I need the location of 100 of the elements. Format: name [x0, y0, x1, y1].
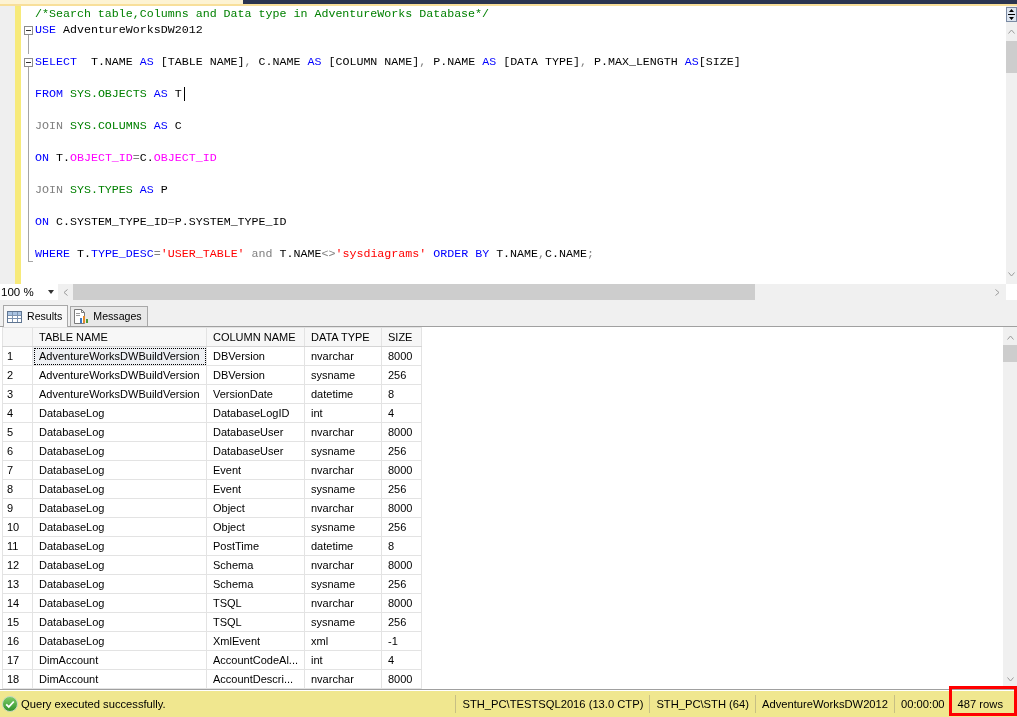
row-number: 16 — [2, 631, 33, 651]
table-cell: sysname — [304, 612, 382, 632]
table-cell: TSQL — [206, 612, 305, 632]
table-cell: DatabaseLog — [32, 555, 207, 575]
collapse-icon[interactable] — [24, 58, 33, 67]
row-number: 13 — [2, 574, 33, 594]
table-cell: sysname — [304, 574, 382, 594]
table-cell: sysname — [304, 479, 382, 499]
code-line: ON C.SYSTEM_TYPE_ID=P.SYSTEM_TYPE_ID — [35, 214, 287, 230]
table-cell: Schema — [206, 555, 305, 575]
table-cell: 8000 — [381, 669, 422, 689]
table-cell: 8 — [381, 384, 422, 404]
table-cell: DatabaseLog — [32, 498, 207, 518]
table-cell: PostTime — [206, 536, 305, 556]
table-cell: Object — [206, 517, 305, 537]
table-cell: DimAccount — [32, 650, 207, 670]
column-header: COLUMN NAME — [206, 327, 305, 347]
table-cell: DBVersion — [206, 346, 305, 366]
scroll-left-icon[interactable] — [63, 288, 68, 296]
row-number: 6 — [2, 441, 33, 461]
table-cell: nvarchar — [304, 593, 382, 613]
table-cell: 8000 — [381, 593, 422, 613]
row-number: 2 — [2, 365, 33, 385]
code-line: JOIN SYS.COLUMNS AS C — [35, 118, 182, 134]
table-cell: XmlEvent — [206, 631, 305, 651]
row-number: 1 — [2, 346, 33, 366]
collapse-icon[interactable] — [24, 26, 33, 35]
table-cell: Event — [206, 460, 305, 480]
table-cell: Object — [206, 498, 305, 518]
table-cell: TSQL — [206, 593, 305, 613]
table-cell: Schema — [206, 574, 305, 594]
table-cell: DatabaseLogID — [206, 403, 305, 423]
table-cell: sysname — [304, 517, 382, 537]
table-cell: DatabaseLog — [32, 441, 207, 461]
table-cell: DBVersion — [206, 365, 305, 385]
row-number: 7 — [2, 460, 33, 480]
table-cell: nvarchar — [304, 346, 382, 366]
table-cell: DatabaseLog — [32, 631, 207, 651]
row-number: 14 — [2, 593, 33, 613]
scroll-down-icon[interactable] — [1008, 272, 1015, 277]
scroll-up-icon[interactable] — [1008, 29, 1015, 34]
row-number: 17 — [2, 650, 33, 670]
table-cell: 256 — [381, 441, 422, 461]
code-line: ON T.OBJECT_ID=C.OBJECT_ID — [35, 150, 217, 166]
code-line: FROM SYS.OBJECTS AS T — [35, 86, 182, 102]
table-cell: datetime — [304, 384, 382, 404]
table-cell: AccountDescri... — [206, 669, 305, 689]
table-cell: 256 — [381, 612, 422, 632]
scroll-right-icon[interactable] — [995, 288, 1000, 296]
row-number: 10 — [2, 517, 33, 537]
scroll-down-icon[interactable] — [1006, 677, 1014, 682]
document-chart-icon — [74, 309, 89, 324]
code-line: /*Search table,Columns and Data type in AdventureWorks Database*/ — [35, 6, 490, 22]
elapsed-time: 00:00:00 — [901, 696, 945, 712]
table-cell: datetime — [304, 536, 382, 556]
scroll-up-icon[interactable] — [1006, 335, 1014, 340]
caret-icon — [48, 290, 54, 294]
scrollbar-thumb[interactable] — [73, 284, 755, 300]
table-cell: DatabaseLog — [32, 574, 207, 594]
database-name: AdventureWorksDW2012 — [762, 696, 889, 712]
table-cell: -1 — [381, 631, 422, 651]
table-cell: DatabaseUser — [206, 422, 305, 442]
table-cell: 8000 — [381, 555, 422, 575]
scrollbar-thumb[interactable] — [1003, 345, 1017, 362]
table-cell: 4 — [381, 650, 422, 670]
code-line: JOIN SYS.TYPES AS P — [35, 182, 168, 198]
table-cell: DatabaseLog — [32, 536, 207, 556]
code-line: SELECT T.NAME AS [TABLE NAME], C.NAME AS [COLUMN NAME], P.NAME AS [DATA TYPE], P.MAX_LENGTH AS[SIZE] — [35, 54, 741, 70]
row-number: 11 — [2, 536, 33, 556]
split-icon[interactable] — [1006, 7, 1017, 22]
table-cell: DatabaseLog — [32, 403, 207, 423]
row-number: 4 — [2, 403, 33, 423]
server-name: STH_PC\TESTSQL2016 (13.0 CTP) — [462, 696, 644, 712]
row-number: 3 — [2, 384, 33, 404]
table-cell: VersionDate — [206, 384, 305, 404]
table-cell: AdventureWorksDWBuildVersion — [32, 365, 207, 385]
table-cell: AccountCodeAl... — [206, 650, 305, 670]
table-cell: xml — [304, 631, 382, 651]
column-header: TABLE NAME — [32, 327, 207, 347]
code-line: WHERE T.TYPE_DESC='USER_TABLE' and T.NAME<>'sysdiagrams' ORDER BY T.NAME,C.NAME; — [35, 246, 594, 262]
results-tab[interactable]: Results — [3, 305, 69, 327]
table-cell: DatabaseLog — [32, 612, 207, 632]
table-cell: DatabaseLog — [32, 460, 207, 480]
table-cell: 256 — [381, 365, 422, 385]
table-cell: nvarchar — [304, 422, 382, 442]
table-cell: 256 — [381, 574, 422, 594]
row-number: 15 — [2, 612, 33, 632]
scrollbar-thumb[interactable] — [1006, 41, 1017, 73]
status-message: Query executed successfully. — [21, 696, 166, 712]
column-header: SIZE — [381, 327, 422, 347]
table-cell: 8 — [381, 536, 422, 556]
messages-tab[interactable]: Messages — [70, 306, 148, 326]
table-cell: 256 — [381, 517, 422, 537]
table-cell: 8000 — [381, 346, 422, 366]
table-cell: 4 — [381, 403, 422, 423]
table-cell: DatabaseLog — [32, 422, 207, 442]
table-cell: sysname — [304, 441, 382, 461]
table-cell: DimAccount — [32, 669, 207, 689]
table-cell: int — [304, 403, 382, 423]
table-cell: nvarchar — [304, 669, 382, 689]
